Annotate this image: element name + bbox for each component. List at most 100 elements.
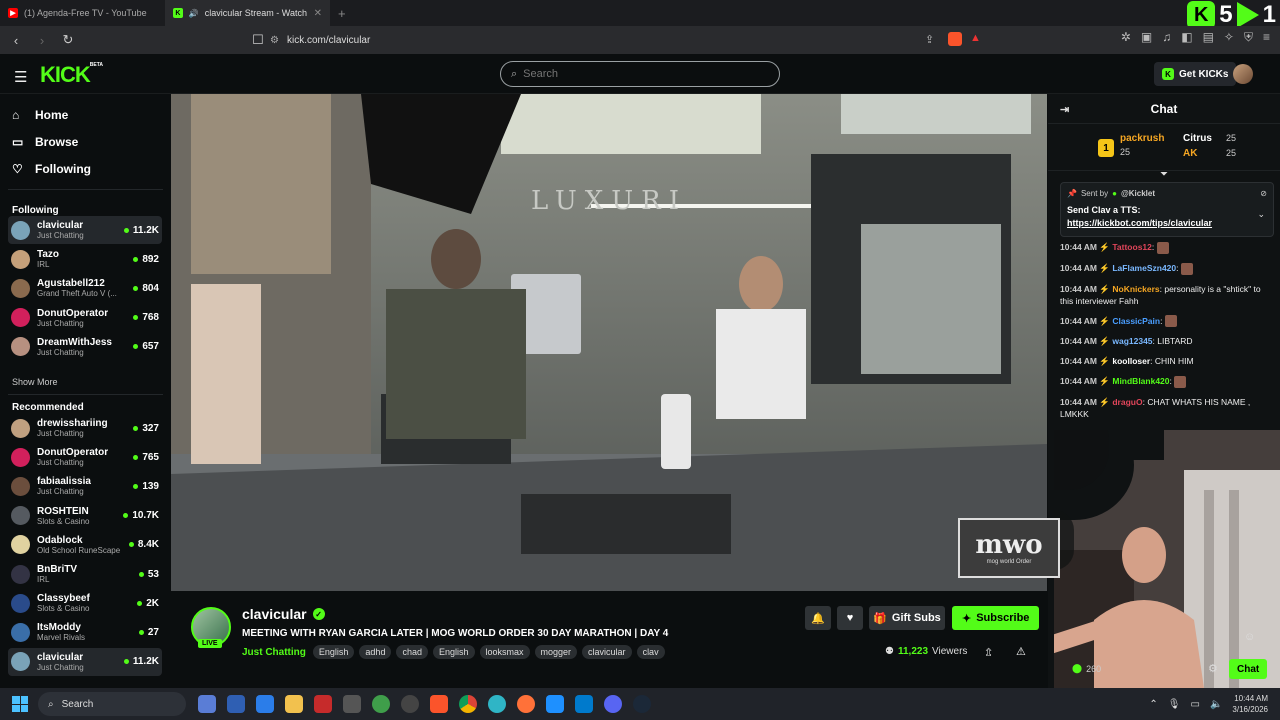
nav-home[interactable]: ⌂ Home: [12, 108, 68, 122]
stream-tag[interactable]: chad: [396, 645, 428, 659]
channel-name[interactable]: clavicular ✓: [242, 606, 325, 622]
chat-username[interactable]: Tattoos12: [1112, 242, 1152, 252]
kick-extension-icon[interactable]: K: [1187, 1, 1216, 29]
notification-bell-button[interactable]: 🔔: [805, 606, 831, 630]
chevron-up-icon[interactable]: ⌃: [1149, 699, 1157, 710]
sidebar-channel[interactable]: ROSHTEIN Slots & Casino 10.7K: [8, 502, 162, 530]
screenshot-icon[interactable]: ▣: [1141, 30, 1152, 45]
file-explorer-icon[interactable]: [285, 695, 303, 713]
back-icon[interactable]: ‹: [6, 30, 26, 50]
sidebar-channel[interactable]: DonutOperator Just Chatting 765: [8, 443, 162, 471]
edge-icon[interactable]: [488, 695, 506, 713]
sidebar-channel[interactable]: drewisshariing Just Chatting 327: [8, 414, 162, 442]
collapse-chat-icon[interactable]: ⇥: [1060, 103, 1069, 116]
follow-button[interactable]: ♥: [837, 606, 863, 630]
share-icon[interactable]: ⇪: [925, 33, 934, 46]
video-player[interactable]: LUXURI: [171, 94, 1047, 591]
chat-username[interactable]: ClassicPain: [1112, 316, 1160, 326]
chat-username[interactable]: MindBlank420: [1112, 376, 1169, 386]
sidebar-channel[interactable]: clavicular Just Chatting 11.2K: [8, 647, 162, 676]
volume-icon[interactable]: 🔈: [1210, 699, 1222, 710]
expand-icon[interactable]: ⌄: [1257, 209, 1265, 220]
stream-tag[interactable]: clav: [636, 645, 665, 659]
sidebar-channel[interactable]: clavicular Just Chatting 11.2K: [8, 216, 162, 244]
tab-youtube[interactable]: ▶ (1) Agenda-Free TV - YouTube: [0, 0, 165, 26]
sidebar-channel[interactable]: DreamWithJess Just Chatting 657: [8, 333, 162, 361]
stream-tag[interactable]: mogger: [534, 645, 578, 659]
app-icon[interactable]: [314, 695, 332, 713]
vpn-icon[interactable]: ⛨: [1244, 30, 1253, 45]
hamburger-icon[interactable]: ☰: [14, 68, 27, 86]
settings-icon[interactable]: ⚙: [1208, 662, 1218, 675]
nav-browse[interactable]: ▭ Browse: [12, 135, 78, 149]
discord-icon[interactable]: [604, 695, 622, 713]
unpin-icon[interactable]: ⊘: [1260, 189, 1267, 198]
search-bar[interactable]: ⌕: [500, 61, 780, 87]
site-info-icon[interactable]: ⚙: [270, 35, 279, 46]
stream-tag[interactable]: English: [312, 645, 355, 659]
close-tab-icon[interactable]: ✕: [314, 8, 322, 19]
chat-username[interactable]: draguO: [1112, 397, 1142, 407]
sidebar-channel[interactable]: Odablock Old School RuneScape 8.4K: [8, 531, 162, 559]
new-tab-button[interactable]: +: [330, 6, 354, 21]
reload-icon[interactable]: ↻: [58, 30, 78, 50]
url-field[interactable]: ⚙ kick.com/clavicular: [270, 30, 370, 50]
app-icon[interactable]: [256, 695, 274, 713]
search-input[interactable]: [523, 68, 754, 80]
extensions-icon[interactable]: ✲: [1121, 30, 1131, 45]
stream-tag[interactable]: clavicular: [582, 645, 632, 659]
chrome-icon[interactable]: [459, 695, 477, 713]
sidebar-channel[interactable]: ItsModdy Marvel Rivals 27: [8, 618, 162, 646]
vscode-icon[interactable]: [575, 695, 593, 713]
brave-rewards-icon[interactable]: ▲: [970, 32, 981, 44]
app-icon[interactable]: [227, 695, 245, 713]
taskbar-search[interactable]: ⌕ Search: [38, 692, 186, 716]
media-icon[interactable]: ♫: [1162, 30, 1171, 45]
network-icon[interactable]: ▭: [1191, 699, 1200, 710]
mic-icon[interactable]: 🎙: [1168, 699, 1181, 710]
sidebar-channel[interactable]: DonutOperator Just Chatting 768: [8, 304, 162, 332]
filter-icon[interactable]: ⏷: [1160, 169, 1168, 180]
app-icon[interactable]: [343, 695, 361, 713]
forward-icon[interactable]: ›: [32, 30, 52, 50]
sidebar-channel[interactable]: Tazo IRL 892: [8, 245, 162, 273]
report-icon[interactable]: ⚠: [1016, 645, 1026, 658]
chat-username[interactable]: wag12345: [1112, 336, 1152, 346]
bookmark-icon[interactable]: ☐: [248, 30, 268, 50]
show-more-link[interactable]: Show More: [12, 377, 58, 387]
share-icon[interactable]: ⇬: [984, 646, 993, 659]
sidebar-channel[interactable]: Agustabell212 Grand Theft Auto V (... 804: [8, 274, 162, 302]
app-icon[interactable]: [401, 695, 419, 713]
stream-tag[interactable]: adhd: [359, 645, 392, 659]
nav-following[interactable]: ♡ Following: [12, 162, 91, 176]
play-extension-icon[interactable]: [1236, 2, 1259, 28]
widgets-icon[interactable]: [198, 695, 216, 713]
app-icon[interactable]: [546, 695, 564, 713]
kick-logo[interactable]: KICKBETA: [40, 62, 103, 88]
menu-icon[interactable]: ≡: [1263, 30, 1270, 45]
stream-tag[interactable]: looksmax: [479, 645, 530, 659]
wallet-icon[interactable]: ▤: [1203, 30, 1214, 45]
user-avatar[interactable]: [1233, 64, 1253, 84]
firefox-icon[interactable]: [517, 695, 535, 713]
subscribe-button[interactable]: ✦ Subscribe: [952, 606, 1040, 630]
brave-shield-icon[interactable]: [948, 32, 962, 46]
chat-username[interactable]: NoKnickers: [1112, 284, 1159, 294]
chat-username[interactable]: LaFlameSzn420: [1112, 263, 1176, 273]
steam-icon[interactable]: [633, 695, 651, 713]
sidebar-channel[interactable]: fabiaalissia Just Chatting 139: [8, 472, 162, 500]
sidebar-icon[interactable]: ◧: [1181, 30, 1192, 45]
stream-tag[interactable]: English: [432, 645, 475, 659]
emote-icon[interactable]: ☺: [1244, 631, 1255, 643]
sidebar-channel[interactable]: BnBriTV IRL 53: [8, 560, 162, 588]
tab-kick[interactable]: K 🔊 clavicular Stream - Watch Live ✕: [165, 0, 330, 26]
app-icon[interactable]: [372, 695, 390, 713]
get-kicks-button[interactable]: K Get KICKs: [1154, 62, 1237, 86]
clock[interactable]: 10:44 AM 3/16/2026: [1232, 693, 1268, 715]
gift-subs-button[interactable]: 🎁 Gift Subs: [869, 606, 945, 630]
send-chat-button[interactable]: Chat: [1229, 659, 1268, 679]
leo-icon[interactable]: ✧: [1224, 30, 1234, 45]
chat-username[interactable]: koolloser: [1112, 356, 1150, 366]
brave-icon[interactable]: [430, 695, 448, 713]
category-link[interactable]: Just Chatting: [242, 647, 306, 658]
